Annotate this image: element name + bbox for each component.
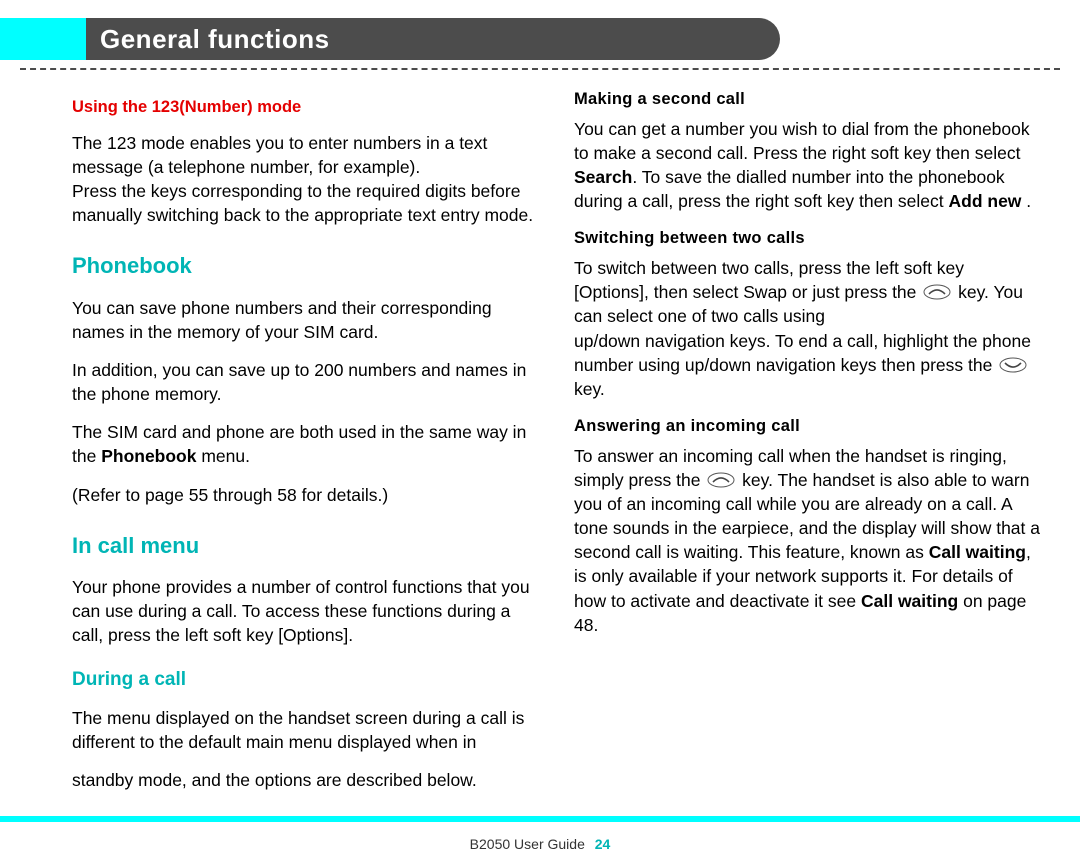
- body-text: In addition, you can save up to 200 numb…: [72, 358, 538, 406]
- end-key-icon: [999, 357, 1027, 373]
- content: Using the 123(Number) mode The 123 mode …: [72, 88, 1040, 794]
- call-key-icon: [707, 472, 735, 488]
- cyan-tab: [0, 18, 86, 60]
- section-phonebook: Phonebook: [72, 251, 538, 281]
- dashed-rule: [20, 68, 1060, 70]
- body-text: To answer an incoming call when the hand…: [574, 444, 1040, 637]
- footer-bar: [0, 816, 1080, 822]
- page-number: 24: [595, 836, 611, 852]
- subheading-second-call: Making a second call: [574, 88, 1040, 111]
- subheading-switching-calls: Switching between two calls: [574, 227, 1040, 250]
- body-text: (Refer to page 55 through 58 for details…: [72, 483, 538, 507]
- subheading-during-call: During a call: [72, 667, 538, 693]
- footer: B2050 User Guide 24: [0, 836, 1080, 852]
- footer-guide: B2050 User Guide: [470, 836, 585, 852]
- subheading-123-mode: Using the 123(Number) mode: [72, 96, 538, 119]
- header: General functions: [0, 0, 1080, 70]
- body-text: Your phone provides a number of control …: [72, 575, 538, 647]
- body-text: The 123 mode enables you to enter number…: [72, 131, 538, 228]
- body-text: The menu displayed on the handset screen…: [72, 706, 538, 754]
- section-in-call-menu: In call menu: [72, 531, 538, 561]
- call-key-icon: [923, 284, 951, 300]
- body-text: standby mode, and the options are descri…: [72, 768, 538, 792]
- page-title: General functions: [86, 18, 780, 60]
- body-text: The SIM card and phone are both used in …: [72, 420, 538, 468]
- body-text: You can save phone numbers and their cor…: [72, 296, 538, 344]
- body-text: You can get a number you wish to dial fr…: [574, 117, 1040, 214]
- body-text: To switch between two calls, press the l…: [574, 256, 1040, 401]
- subheading-answering-call: Answering an incoming call: [574, 415, 1040, 438]
